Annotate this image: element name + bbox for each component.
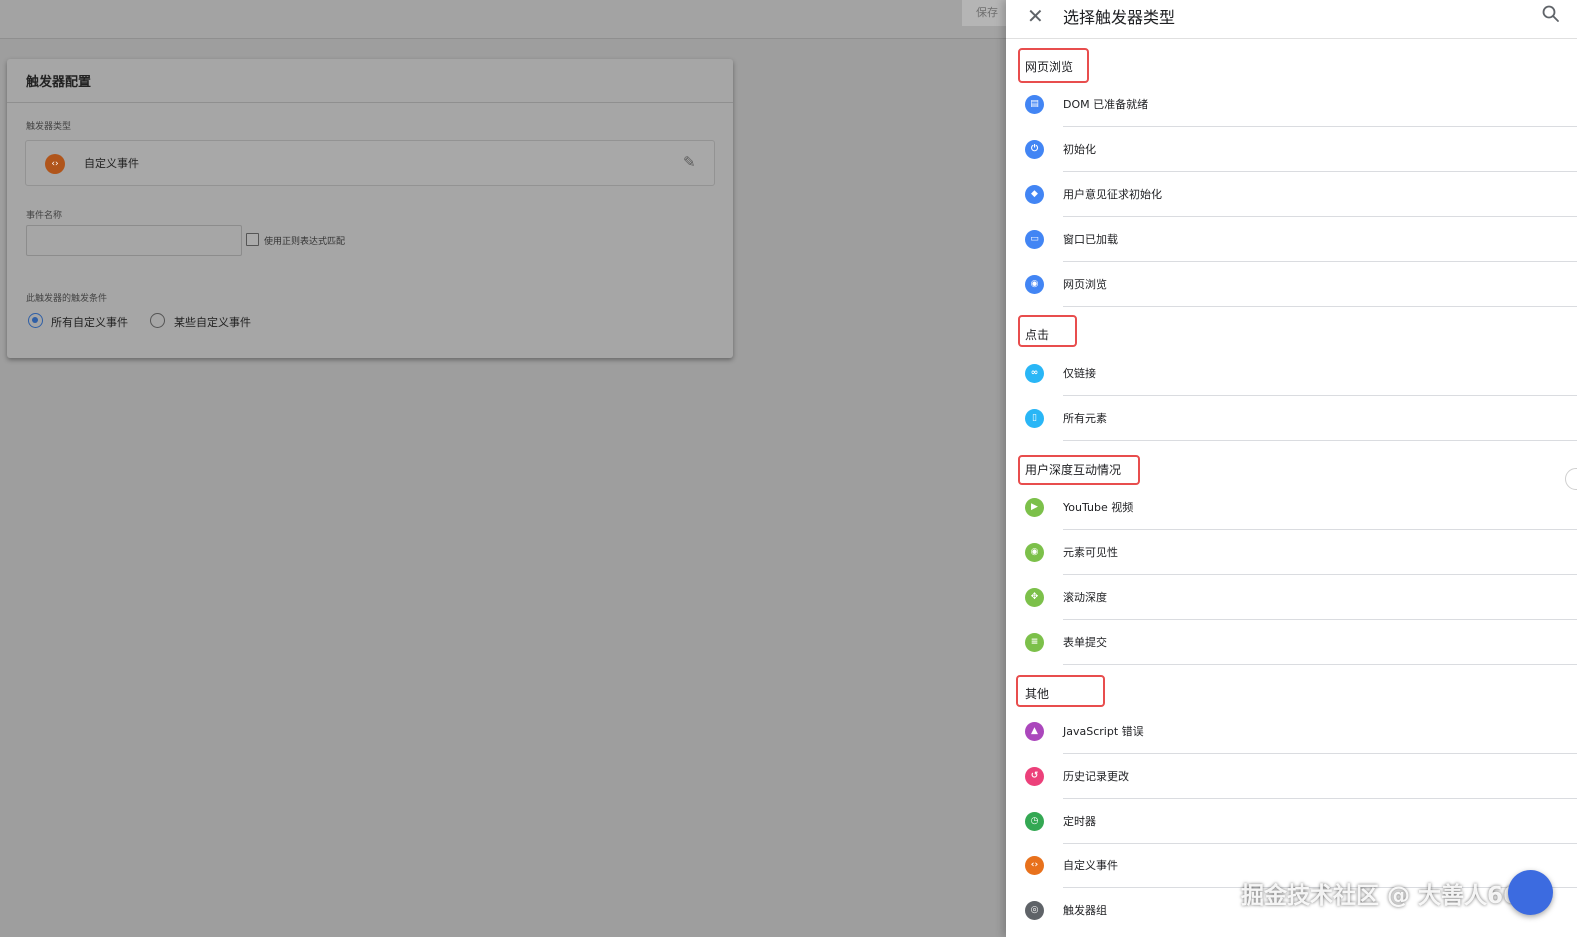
editor-topbar: 保存 bbox=[0, 0, 1012, 39]
save-button[interactable]: 保存 bbox=[962, 0, 1012, 26]
trigger-item-label: 自定义事件 bbox=[1063, 859, 1118, 872]
close-icon[interactable]: ✕ bbox=[1027, 4, 1044, 28]
trigger-item-label: 历史记录更改 bbox=[1063, 770, 1129, 783]
floating-action-button[interactable] bbox=[1508, 870, 1553, 915]
trigger-type-value: 自定义事件 bbox=[84, 157, 139, 170]
event-name-label: 事件名称 bbox=[26, 211, 63, 221]
history-icon: ↺ bbox=[1025, 767, 1044, 786]
trigger-type-panel: ✕ 选择触发器类型 网页浏览 ▤ DOM 已准备就绪 ⏻ 初始化 ◆ 用户意见征… bbox=[1006, 0, 1577, 937]
watermark-text: 掘金技术社区 @ 大善人666 bbox=[1241, 883, 1536, 909]
card-divider bbox=[7, 102, 733, 103]
trigger-item[interactable]: ✥ 滚动深度 bbox=[1006, 575, 1577, 620]
section-title-other: 其他 bbox=[1025, 687, 1050, 701]
trigger-item[interactable]: ▲ JavaScript 错误 bbox=[1006, 709, 1577, 754]
condition-label: 此触发器的触发条件 bbox=[26, 294, 108, 304]
warning-icon: ▲ bbox=[1025, 722, 1044, 741]
radio-some-events-label: 某些自定义事件 bbox=[174, 316, 251, 329]
trigger-type-selector[interactable]: ‹› 自定义事件 ✎ bbox=[25, 140, 715, 186]
trigger-item[interactable]: ⏻ 初始化 bbox=[1006, 127, 1577, 172]
trigger-config-card: 触发器配置 触发器类型 ‹› 自定义事件 ✎ 事件名称 使用正则表达式匹配 此触… bbox=[7, 59, 733, 358]
radio-all-events-label: 所有自定义事件 bbox=[51, 316, 128, 329]
trigger-item-label: YouTube 视频 bbox=[1063, 501, 1134, 514]
search-icon[interactable] bbox=[1541, 4, 1561, 24]
trigger-item[interactable]: ▤ DOM 已准备就绪 bbox=[1006, 82, 1577, 127]
trigger-item-label: 元素可见性 bbox=[1063, 546, 1118, 559]
group-icon: ◎ bbox=[1025, 901, 1044, 920]
trigger-item-label: 仅链接 bbox=[1063, 367, 1096, 380]
trigger-item[interactable]: ↺ 历史记录更改 bbox=[1006, 754, 1577, 799]
alarm-icon: ◷ bbox=[1025, 812, 1044, 831]
trigger-item[interactable]: ≡ 表单提交 bbox=[1006, 620, 1577, 665]
shield-icon: ◆ bbox=[1025, 185, 1044, 204]
event-name-input[interactable] bbox=[26, 225, 242, 256]
item-divider bbox=[1063, 306, 1577, 307]
edit-pencil-icon[interactable]: ✎ bbox=[683, 153, 696, 171]
trigger-item[interactable]: ◉ 网页浏览 bbox=[1006, 262, 1577, 307]
trigger-item[interactable]: ∞ 仅链接 bbox=[1006, 351, 1577, 396]
panel-title: 选择触发器类型 bbox=[1063, 8, 1176, 27]
item-divider bbox=[1063, 664, 1577, 665]
trigger-item-label: 滚动深度 bbox=[1063, 591, 1107, 604]
play-icon: ▶ bbox=[1025, 498, 1044, 517]
trigger-item-label: 用户意见征求初始化 bbox=[1063, 188, 1162, 201]
document-icon: ▤ bbox=[1025, 95, 1044, 114]
power-icon: ⏻ bbox=[1025, 140, 1044, 159]
trigger-item[interactable]: ▭ 窗口已加载 bbox=[1006, 217, 1577, 262]
trigger-item-label: 窗口已加载 bbox=[1063, 233, 1118, 246]
trigger-item[interactable]: ◷ 定时器 bbox=[1006, 799, 1577, 844]
scroll-icon: ✥ bbox=[1025, 588, 1044, 607]
item-divider bbox=[1063, 440, 1577, 441]
regex-checkbox[interactable] bbox=[246, 233, 259, 246]
form-icon: ≡ bbox=[1025, 633, 1044, 652]
card-title: 触发器配置 bbox=[26, 75, 92, 90]
panel-header: ✕ 选择触发器类型 bbox=[1006, 0, 1577, 39]
section-title-click: 点击 bbox=[1025, 328, 1050, 342]
trigger-item-label: 所有元素 bbox=[1063, 412, 1107, 425]
trigger-item-label: 定时器 bbox=[1063, 815, 1096, 828]
trigger-item[interactable]: ◆ 用户意见征求初始化 bbox=[1006, 172, 1577, 217]
mouse-icon: ▯ bbox=[1025, 409, 1044, 428]
trigger-item-label: JavaScript 错误 bbox=[1063, 725, 1144, 738]
trigger-item-label: 初始化 bbox=[1063, 143, 1096, 156]
window-icon: ▭ bbox=[1025, 230, 1044, 249]
trigger-item[interactable]: ▶ YouTube 视频 bbox=[1006, 485, 1577, 530]
trigger-item-label: DOM 已准备就绪 bbox=[1063, 98, 1149, 111]
section-title-pageview: 网页浏览 bbox=[1025, 60, 1074, 74]
eye-icon: ◉ bbox=[1025, 543, 1044, 562]
link-icon: ∞ bbox=[1025, 364, 1044, 383]
radio-some-events[interactable] bbox=[150, 313, 165, 328]
code-icon: ‹› bbox=[1025, 856, 1044, 875]
section-title-engagement: 用户深度互动情况 bbox=[1025, 463, 1122, 477]
trigger-item[interactable]: ▯ 所有元素 bbox=[1006, 396, 1577, 441]
eye-icon: ◉ bbox=[1025, 275, 1044, 294]
code-icon: ‹› bbox=[45, 154, 65, 174]
trigger-item-label: 网页浏览 bbox=[1063, 278, 1107, 291]
trigger-type-label: 触发器类型 bbox=[26, 122, 72, 132]
regex-checkbox-label: 使用正则表达式匹配 bbox=[264, 237, 346, 247]
radio-all-events[interactable] bbox=[28, 313, 43, 328]
trigger-item[interactable]: ◉ 元素可见性 bbox=[1006, 530, 1577, 575]
trigger-item-label: 表单提交 bbox=[1063, 636, 1107, 649]
trigger-item-label: 触发器组 bbox=[1063, 904, 1107, 917]
